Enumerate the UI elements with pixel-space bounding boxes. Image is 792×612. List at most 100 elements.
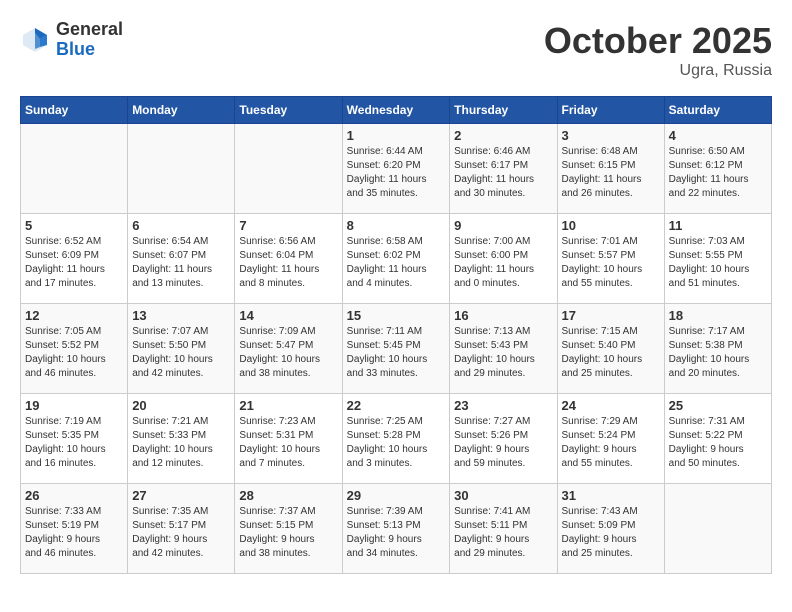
- calendar-cell: 14 Sunrise: 7:09 AM Sunset: 5:47 PM Dayli…: [235, 304, 342, 394]
- day-number: 14: [239, 308, 337, 323]
- day-info: Sunrise: 7:21 AM Sunset: 5:33 PM Dayligh…: [132, 415, 230, 471]
- calendar-cell: 22Sunrise: 7:25 AM Sunset: 5:28 PM Dayli…: [342, 394, 450, 484]
- day-number: 27: [132, 488, 230, 503]
- column-header-sunday: Sunday: [21, 97, 128, 124]
- day-number: 24: [562, 398, 660, 413]
- logo-general-text: General: [56, 20, 123, 40]
- day-number: 6: [132, 218, 230, 233]
- day-number: 15: [347, 308, 446, 323]
- day-info: Sunrise: 6:48 AM Sunset: 6:15 PM Dayligh…: [562, 145, 660, 201]
- day-number: 25: [669, 398, 767, 413]
- day-info: Sunrise: 7:29 AM Sunset: 5:24 PM Dayligh…: [562, 415, 660, 471]
- calendar-cell: 1Sunrise: 6:44 AM Sunset: 6:20 PM Daylig…: [342, 124, 450, 214]
- calendar-week-2: 5 Sunrise: 6:52 AM Sunset: 6:09 PM Daylig…: [21, 214, 772, 304]
- day-info: Sunrise: 7:01 AM Sunset: 5:57 PM Dayligh…: [562, 235, 660, 291]
- column-header-thursday: Thursday: [450, 97, 557, 124]
- calendar-cell: 25 Sunrise: 7:31 AM Sunset: 5:22 PM Dayli…: [664, 394, 771, 484]
- calendar-cell: 30 Sunrise: 7:41 AM Sunset: 5:11 PM Dayli…: [450, 484, 557, 574]
- day-number: 2: [454, 128, 552, 143]
- day-info: Sunrise: 7:31 AM Sunset: 5:22 PM Dayligh…: [669, 415, 767, 471]
- day-info: Sunrise: 7:19 AM Sunset: 5:35 PM Dayligh…: [25, 415, 123, 471]
- day-number: 19: [25, 398, 123, 413]
- day-info: Sunrise: 7:11 AM Sunset: 5:45 PM Dayligh…: [347, 325, 446, 381]
- day-number: 23: [454, 398, 552, 413]
- day-info: Sunrise: 7:15 AM Sunset: 5:40 PM Dayligh…: [562, 325, 660, 381]
- logo-icon: [20, 25, 50, 55]
- day-info: Sunrise: 7:05 AM Sunset: 5:52 PM Dayligh…: [25, 325, 123, 381]
- day-info: Sunrise: 7:33 AM Sunset: 5:19 PM Dayligh…: [25, 505, 123, 561]
- column-header-saturday: Saturday: [664, 97, 771, 124]
- day-info: Sunrise: 6:56 AM Sunset: 6:04 PM Dayligh…: [239, 235, 337, 291]
- day-number: 8: [347, 218, 446, 233]
- day-info: Sunrise: 7:43 AM Sunset: 5:09 PM Dayligh…: [562, 505, 660, 561]
- day-number: 20: [132, 398, 230, 413]
- day-number: 26: [25, 488, 123, 503]
- calendar-cell: 12 Sunrise: 7:05 AM Sunset: 5:52 PM Dayli…: [21, 304, 128, 394]
- calendar-cell: 18 Sunrise: 7:17 AM Sunset: 5:38 PM Dayli…: [664, 304, 771, 394]
- calendar-cell: 31 Sunrise: 7:43 AM Sunset: 5:09 PM Dayli…: [557, 484, 664, 574]
- location: Ugra, Russia: [544, 62, 772, 80]
- page-header: General Blue October 2025 Ugra, Russia: [20, 20, 772, 80]
- calendar-cell: 3 Sunrise: 6:48 AM Sunset: 6:15 PM Daylig…: [557, 124, 664, 214]
- day-info: Sunrise: 7:27 AM Sunset: 5:26 PM Dayligh…: [454, 415, 552, 471]
- calendar-cell: 11Sunrise: 7:03 AM Sunset: 5:55 PM Dayli…: [664, 214, 771, 304]
- calendar-cell: 13 Sunrise: 7:07 AM Sunset: 5:50 PM Dayli…: [128, 304, 235, 394]
- calendar-cell: 9Sunrise: 7:00 AM Sunset: 6:00 PM Daylig…: [450, 214, 557, 304]
- day-number: 1: [347, 128, 446, 143]
- day-number: 18: [669, 308, 767, 323]
- calendar-cell: 4 Sunrise: 6:50 AM Sunset: 6:12 PM Daylig…: [664, 124, 771, 214]
- day-info: Sunrise: 6:46 AM Sunset: 6:17 PM Dayligh…: [454, 145, 552, 201]
- column-header-tuesday: Tuesday: [235, 97, 342, 124]
- calendar-table: SundayMondayTuesdayWednesdayThursdayFrid…: [20, 96, 772, 574]
- logo-text: General Blue: [56, 20, 123, 60]
- calendar-cell: 19 Sunrise: 7:19 AM Sunset: 5:35 PM Dayli…: [21, 394, 128, 484]
- day-number: 31: [562, 488, 660, 503]
- day-number: 28: [239, 488, 337, 503]
- calendar-cell: 29 Sunrise: 7:39 AM Sunset: 5:13 PM Dayli…: [342, 484, 450, 574]
- day-info: Sunrise: 7:13 AM Sunset: 5:43 PM Dayligh…: [454, 325, 552, 381]
- day-info: Sunrise: 6:54 AM Sunset: 6:07 PM Dayligh…: [132, 235, 230, 291]
- month-title: October 2025: [544, 20, 772, 62]
- day-info: Sunrise: 7:39 AM Sunset: 5:13 PM Dayligh…: [347, 505, 446, 561]
- calendar-cell: [235, 124, 342, 214]
- day-number: 10: [562, 218, 660, 233]
- calendar-cell: 21Sunrise: 7:23 AM Sunset: 5:31 PM Dayli…: [235, 394, 342, 484]
- calendar-header-row: SundayMondayTuesdayWednesdayThursdayFrid…: [21, 97, 772, 124]
- calendar-cell: 27 Sunrise: 7:35 AM Sunset: 5:17 PM Dayli…: [128, 484, 235, 574]
- day-number: 3: [562, 128, 660, 143]
- day-info: Sunrise: 7:35 AM Sunset: 5:17 PM Dayligh…: [132, 505, 230, 561]
- calendar-cell: 10 Sunrise: 7:01 AM Sunset: 5:57 PM Dayli…: [557, 214, 664, 304]
- day-info: Sunrise: 7:17 AM Sunset: 5:38 PM Dayligh…: [669, 325, 767, 381]
- calendar-cell: [128, 124, 235, 214]
- day-info: Sunrise: 7:09 AM Sunset: 5:47 PM Dayligh…: [239, 325, 337, 381]
- day-number: 21: [239, 398, 337, 413]
- day-info: Sunrise: 7:41 AM Sunset: 5:11 PM Dayligh…: [454, 505, 552, 561]
- day-number: 30: [454, 488, 552, 503]
- day-number: 12: [25, 308, 123, 323]
- calendar-cell: 17 Sunrise: 7:15 AM Sunset: 5:40 PM Dayli…: [557, 304, 664, 394]
- day-number: 22: [347, 398, 446, 413]
- title-block: October 2025 Ugra, Russia: [544, 20, 772, 80]
- calendar-cell: 28Sunrise: 7:37 AM Sunset: 5:15 PM Dayli…: [235, 484, 342, 574]
- day-number: 17: [562, 308, 660, 323]
- calendar-cell: 16Sunrise: 7:13 AM Sunset: 5:43 PM Dayli…: [450, 304, 557, 394]
- calendar-cell: 6 Sunrise: 6:54 AM Sunset: 6:07 PM Daylig…: [128, 214, 235, 304]
- day-info: Sunrise: 6:50 AM Sunset: 6:12 PM Dayligh…: [669, 145, 767, 201]
- day-number: 29: [347, 488, 446, 503]
- day-info: Sunrise: 7:07 AM Sunset: 5:50 PM Dayligh…: [132, 325, 230, 381]
- day-number: 9: [454, 218, 552, 233]
- day-info: Sunrise: 6:52 AM Sunset: 6:09 PM Dayligh…: [25, 235, 123, 291]
- calendar-week-5: 26 Sunrise: 7:33 AM Sunset: 5:19 PM Dayli…: [21, 484, 772, 574]
- column-header-monday: Monday: [128, 97, 235, 124]
- calendar-cell: 7Sunrise: 6:56 AM Sunset: 6:04 PM Daylig…: [235, 214, 342, 304]
- calendar-cell: 2 Sunrise: 6:46 AM Sunset: 6:17 PM Daylig…: [450, 124, 557, 214]
- calendar-cell: [21, 124, 128, 214]
- day-number: 4: [669, 128, 767, 143]
- day-info: Sunrise: 6:58 AM Sunset: 6:02 PM Dayligh…: [347, 235, 446, 291]
- calendar-cell: 5 Sunrise: 6:52 AM Sunset: 6:09 PM Daylig…: [21, 214, 128, 304]
- column-header-friday: Friday: [557, 97, 664, 124]
- day-number: 5: [25, 218, 123, 233]
- day-number: 13: [132, 308, 230, 323]
- logo-blue-text: Blue: [56, 40, 123, 60]
- calendar-cell: 8 Sunrise: 6:58 AM Sunset: 6:02 PM Daylig…: [342, 214, 450, 304]
